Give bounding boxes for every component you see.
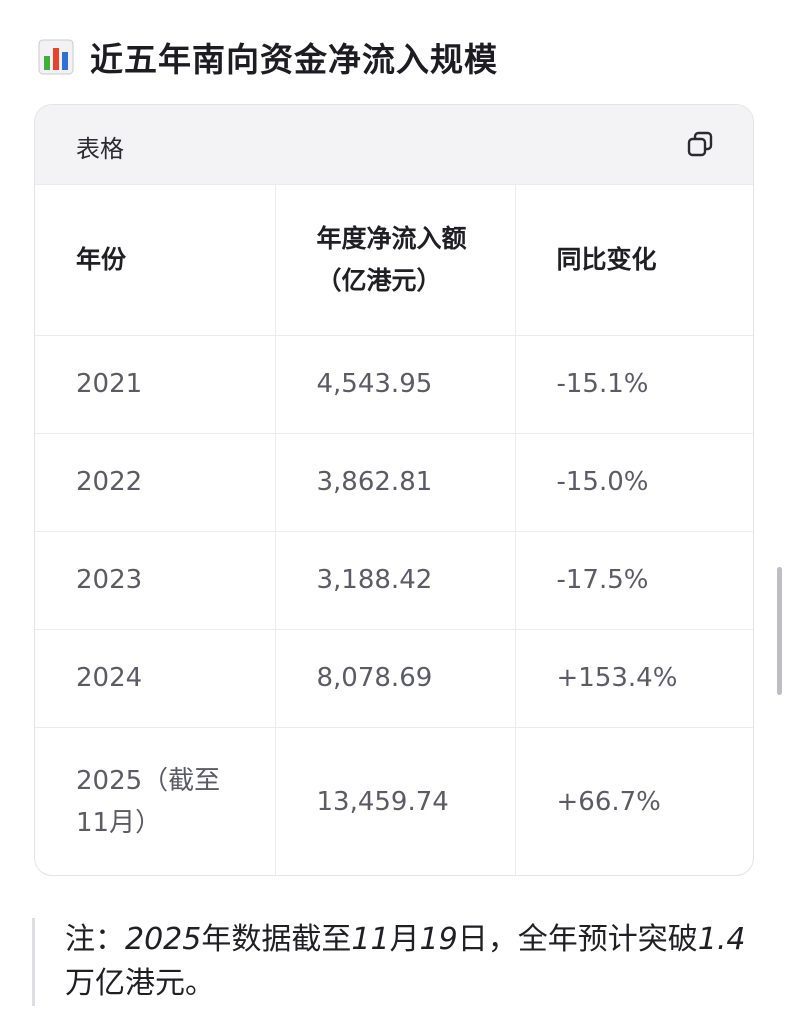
column-header-year: 年份 [35,185,276,336]
column-header-net-inflow: 年度净流入额（亿港元） [275,185,516,336]
bar-chart-icon [38,39,74,75]
table-row: 2021 4,543.95 -15.1% [35,335,753,434]
section-title: 近五年南向资金净流入规模 [90,40,498,79]
table-row: 2024 8,078.69 +153.4% [35,629,753,728]
cell-net-inflow: 3,862.81 [275,433,516,532]
cell-year: 2025（截至11月） [35,727,276,875]
cell-year: 2021 [35,335,276,434]
data-table: 年份 年度净流入额（亿港元） 同比变化 2021 4,543.95 -15.1%… [35,185,753,875]
table-row: 2022 3,862.81 -15.0% [35,433,753,532]
footnote-text: 年数据截至 [201,922,352,957]
cell-year: 2023 [35,531,276,630]
cell-yoy-change: +66.7% [556,787,661,818]
section-heading: 近五年南向资金净流入规模 [38,34,498,80]
table-card: 表格 年份 年度净流入额（亿港元） 同比变化 2021 4,543.95 -15… [34,104,754,876]
footnote-day: 19 [419,922,458,957]
footnote-year: 2025 [125,922,202,957]
cell-yoy-change: -15.1% [515,335,753,434]
cell-yoy-change: -15.0% [515,433,753,532]
table-card-title: 表格 [76,135,124,163]
copy-button[interactable] [685,129,715,159]
table-row: 2025（截至11月） 13,459.74 +66.7% [35,727,753,875]
cell-net-inflow: 8,078.69 [275,629,516,728]
footnote-month: 11 [351,922,390,957]
scrollbar-thumb[interactable] [777,567,782,695]
footnote: 注：2025年数据截至11月19日，全年预计突破1.4 万亿港元。 [32,918,752,1006]
footnote-amount: 1.4 [697,922,746,957]
cell-year: 2024 [35,629,276,728]
table-card-header: 表格 [35,105,753,185]
column-header-yoy-change: 同比变化 [515,185,753,336]
footnote-text: 月 [389,922,420,957]
cell-yoy-change: -17.5% [515,531,753,630]
cell-net-inflow: 3,188.42 [275,531,516,630]
cell-year: 2022 [35,433,276,532]
cell-net-inflow: 4,543.95 [275,335,516,434]
cell-yoy-change: +153.4% [515,629,753,728]
footnote-text: 日，全年预计突破 [457,922,698,957]
footnote-text: 万亿港元。 [65,966,215,1001]
table-header-row: 年份 年度净流入额（亿港元） 同比变化 [35,185,753,336]
copy-icon [687,131,713,157]
footnote-prefix: 注： [65,922,125,957]
table-row: 2023 3,188.42 -17.5% [35,531,753,630]
cell-net-inflow: 13,459.74 [275,727,516,875]
